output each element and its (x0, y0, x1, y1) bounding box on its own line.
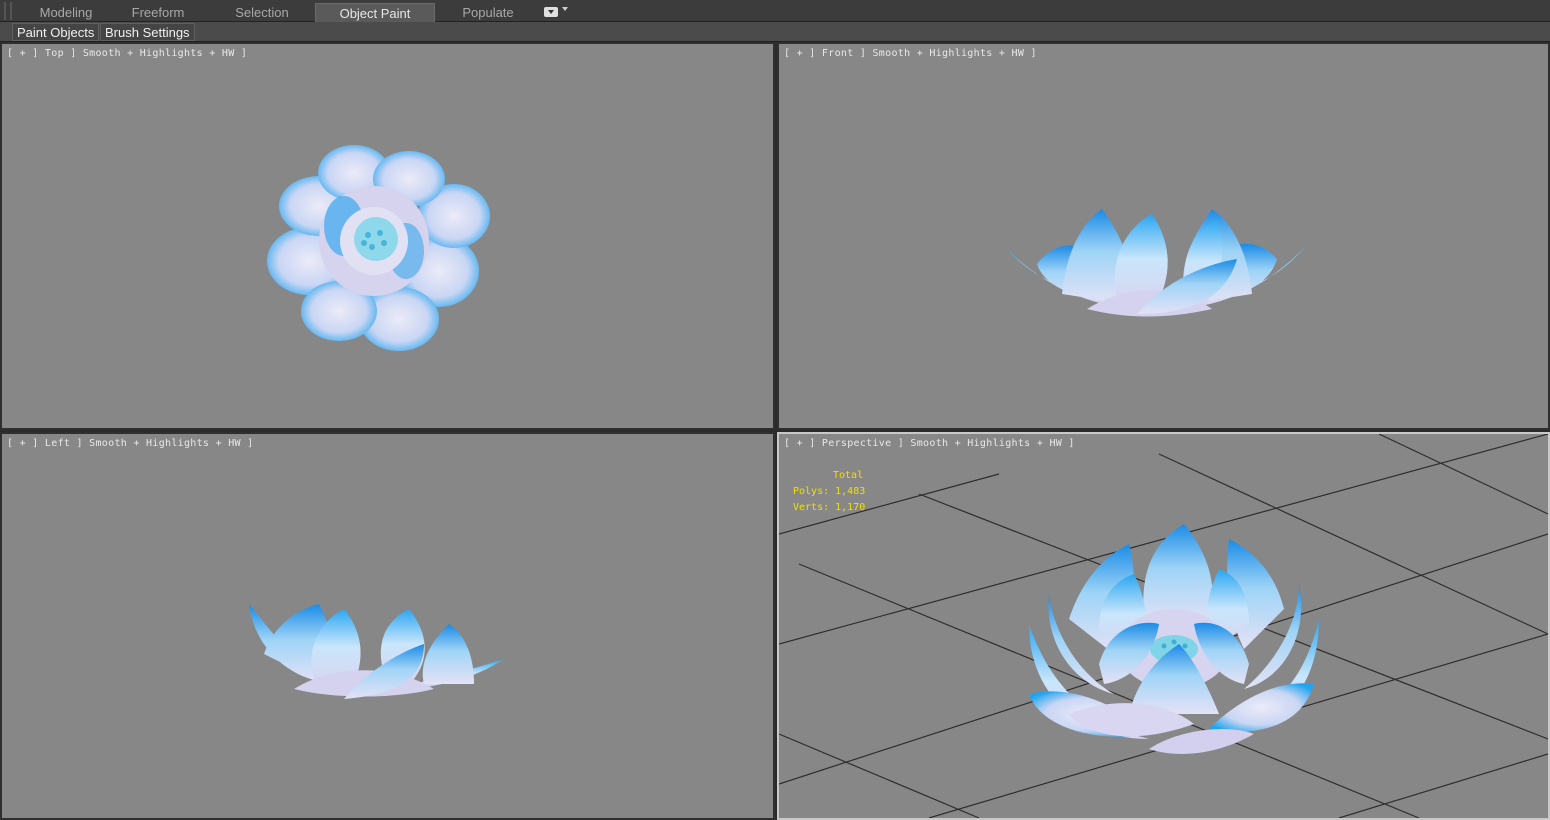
tab-populate[interactable]: Populate (440, 3, 536, 22)
tab-modeling[interactable]: Modeling (20, 3, 112, 22)
stats-polys: Polys: 1,483 (793, 486, 866, 497)
viewport-top[interactable]: [ + ] Top ] Smooth + Highlights + HW ] (0, 42, 775, 430)
lotus-left-view (249, 604, 504, 699)
stats-total-label: Total (833, 470, 864, 481)
stats-verts: Verts: 1,170 (793, 502, 866, 513)
brush-settings-button[interactable]: Brush Settings (100, 23, 195, 41)
viewport-perspective-label[interactable]: [ + ] Perspective ] Smooth + Highlights … (784, 438, 1075, 449)
paint-objects-button[interactable]: Paint Objects (12, 23, 100, 41)
stats-overlay: Total Polys: 1,483 Verts: 1,170 (793, 468, 865, 516)
lotus-top-view (267, 145, 490, 351)
lotus-front-view (1007, 209, 1307, 317)
ribbon-tab-bar: Modeling Freeform Selection Object Paint… (0, 0, 1550, 22)
tab-selection[interactable]: Selection (214, 3, 310, 22)
viewport-left[interactable]: [ + ] Left ] Smooth + Highlights + HW ] (0, 432, 775, 820)
ribbon-grip-handle[interactable] (4, 2, 12, 20)
viewport-perspective[interactable]: [ + ] Perspective ] Smooth + Highlights … (777, 432, 1550, 820)
tab-object-paint[interactable]: Object Paint (315, 3, 435, 22)
tab-freeform[interactable]: Freeform (112, 3, 204, 22)
object-paint-panel: Paint Objects Brush Settings (0, 22, 1550, 42)
viewport-front[interactable]: [ + ] Front ] Smooth + Highlights + HW ] (777, 42, 1550, 430)
ribbon-dropdown-icon[interactable] (544, 5, 570, 19)
perspective-grid (779, 434, 1548, 818)
